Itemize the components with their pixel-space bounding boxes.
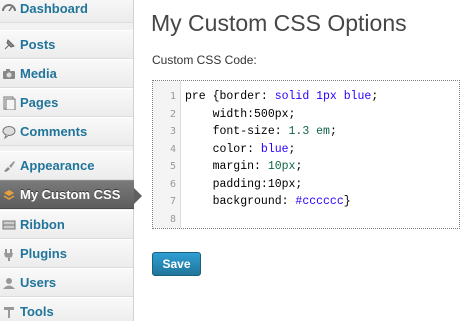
code-area[interactable]: pre {border: solid 1px blue; width:500px…: [181, 81, 459, 228]
code-value: 1.3 em: [288, 125, 330, 138]
code-end: ;: [329, 125, 337, 138]
code-value: #cccccc: [295, 195, 344, 208]
code-property: padding:10px;: [185, 177, 303, 191]
plugins-plug-icon: [1, 246, 17, 262]
sidebar-item-posts[interactable]: Posts: [0, 30, 133, 59]
sidebar-item-label: Tools: [20, 304, 54, 319]
code-property: font-size:: [185, 125, 289, 138]
admin-sidebar: Dashboard Posts Media Pages Comments App…: [0, 0, 142, 321]
code-property: color:: [185, 142, 261, 156]
code-end: ;: [371, 90, 379, 103]
sidebar-item-label: Media: [20, 66, 57, 81]
code-line: background: #cccccc}: [185, 193, 459, 211]
code-value: solid 1px blue: [274, 90, 372, 103]
ribbon-icon: [1, 217, 17, 233]
sidebar-item-appearance[interactable]: Appearance: [0, 151, 133, 180]
sidebar-item-label: Pages: [20, 95, 59, 110]
sidebar-item-tools[interactable]: Tools: [0, 297, 133, 321]
code-property: background:: [185, 195, 296, 208]
line-number: 5: [169, 161, 176, 172]
menu-separator: [0, 23, 133, 30]
code-value: blue: [260, 142, 289, 156]
line-number-gutter: 1 2 3 4 5 6 7 8: [153, 81, 181, 228]
code-line: color: blue;: [185, 141, 459, 159]
code-end: ;: [288, 142, 296, 156]
sidebar-item-users[interactable]: Users: [0, 268, 133, 297]
comments-bubble-icon: [1, 124, 17, 140]
sidebar-item-label: Ribbon: [20, 217, 65, 232]
posts-pin-icon: [1, 37, 17, 53]
code-value: 10px: [267, 160, 296, 173]
sidebar-item-ribbon[interactable]: Ribbon: [0, 210, 133, 239]
sidebar-item-my-custom-css[interactable]: My Custom CSS: [0, 180, 142, 209]
line-number: 6: [169, 178, 176, 190]
code-line: font-size: 1.3 em;: [185, 123, 459, 141]
sidebar-item-label: Plugins: [20, 246, 67, 261]
custom-css-code-label: Custom CSS Code:: [152, 53, 257, 67]
code-line: pre {border: solid 1px blue;: [185, 88, 459, 106]
line-number: 7: [169, 196, 176, 207]
code-property: margin:: [185, 160, 268, 173]
sidebar-item-label: Posts: [20, 37, 56, 52]
sidebar-item-dashboard[interactable]: Dashboard: [0, 0, 133, 23]
appearance-icon: [1, 158, 17, 174]
code-line: padding:10px;: [185, 176, 459, 194]
sidebar-item-pages[interactable]: Pages: [0, 88, 133, 117]
save-button[interactable]: Save: [152, 252, 201, 276]
sidebar-item-label: Comments: [20, 124, 88, 139]
sidebar-item-plugins[interactable]: Plugins: [0, 239, 133, 268]
users-icon: [1, 275, 17, 291]
current-menu-arrow: [134, 188, 142, 204]
line-number: 3: [169, 126, 176, 137]
pages-icon: [1, 95, 17, 111]
code-end: ;: [295, 160, 303, 173]
sidebar-item-label: Appearance: [20, 158, 95, 173]
code-end: }: [343, 195, 351, 208]
custom-css-icon: [1, 187, 17, 203]
sidebar-item-media[interactable]: Media: [0, 59, 133, 88]
sidebar-item-label: Dashboard: [20, 1, 88, 16]
code-line: margin: 10px;: [185, 158, 459, 176]
sidebar-item-label: My Custom CSS: [20, 187, 121, 202]
dashboard-icon: [1, 1, 17, 17]
code-property: width:500px;: [185, 107, 296, 121]
tools-icon: [1, 304, 17, 320]
line-number: 8: [169, 213, 176, 225]
sidebar-item-comments[interactable]: Comments: [0, 117, 133, 146]
page-title: My Custom CSS Options: [151, 10, 407, 36]
line-number: 4: [169, 143, 176, 155]
sidebar-item-label: Users: [20, 275, 57, 290]
media-camera-icon: [1, 66, 17, 82]
line-number: 1: [169, 91, 176, 102]
code-line: width:500px;: [185, 106, 459, 124]
line-number: 2: [169, 108, 176, 120]
css-code-editor[interactable]: 1 2 3 4 5 6 7 8 pre {border: solid 1px b…: [152, 80, 460, 229]
code-property: pre {border:: [185, 90, 275, 103]
